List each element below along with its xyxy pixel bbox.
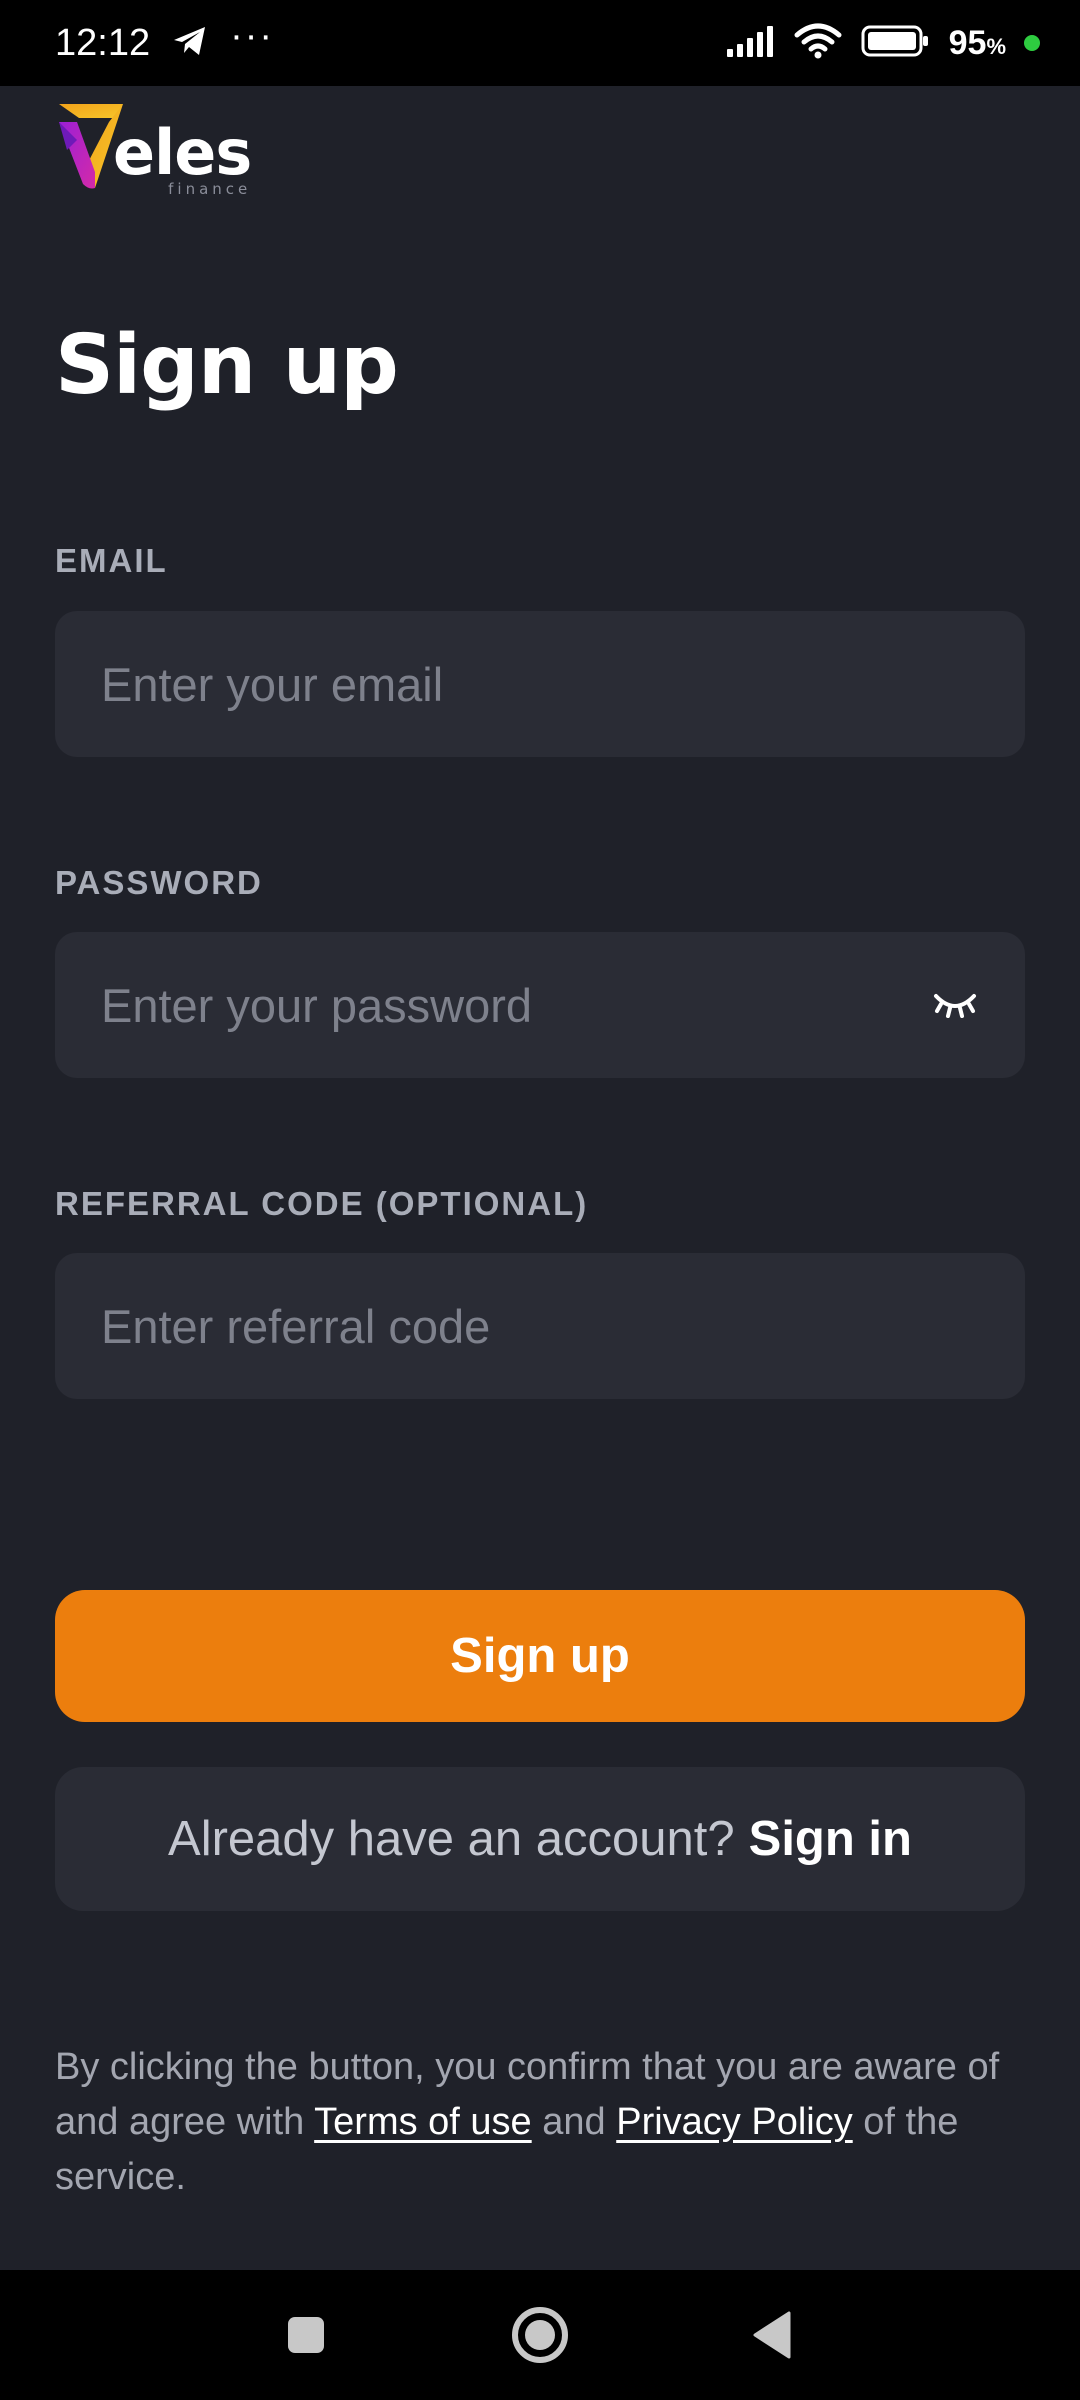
terms-of-use-link[interactable]: Terms of use <box>314 2101 532 2143</box>
email-label: EMAIL <box>55 542 168 579</box>
password-field[interactable]: Enter your password <box>55 932 1025 1078</box>
page-title: Sign up <box>55 318 399 413</box>
referral-placeholder: Enter referral code <box>101 1299 491 1353</box>
logo-subtitle: finance <box>168 180 252 198</box>
already-account-text: Already have an account? <box>168 1812 735 1866</box>
password-placeholder: Enter your password <box>101 978 533 1032</box>
legal-notice: By clicking the button, you confirm that… <box>55 2040 1045 2205</box>
status-left: 12:12 ··· <box>55 17 274 65</box>
referral-code-field[interactable]: Enter referral code <box>55 1253 1025 1399</box>
battery-value: 95 <box>948 23 987 62</box>
legal-text-and: and <box>531 2101 617 2143</box>
recent-apps-icon[interactable] <box>280 2270 332 2400</box>
privacy-policy-link[interactable]: Privacy Policy <box>616 2101 853 2143</box>
signup-button[interactable]: Sign up <box>55 1590 1025 1722</box>
status-bar: 12:12 ··· 95% <box>0 0 1080 86</box>
charging-dot <box>1024 35 1040 51</box>
signin-link[interactable]: Sign in <box>749 1811 912 1867</box>
logo-wordmark: eles finance <box>113 100 252 199</box>
battery-percent: 95% <box>949 24 1006 63</box>
veles-logo: eles finance <box>55 100 252 199</box>
logo-name: eles <box>113 116 252 189</box>
signup-screen: 12:12 ··· 95% eles finance Sign up EMAIL… <box>0 0 1080 2400</box>
telegram-icon <box>172 25 208 62</box>
status-right: 95% <box>725 23 1040 64</box>
referral-label: REFERRAL CODE (OPTIONAL) <box>55 1185 589 1222</box>
navigation-bar <box>0 2270 1080 2400</box>
signal-icon <box>725 25 775 62</box>
eye-closed-icon[interactable] <box>925 975 985 1035</box>
status-time: 12:12 <box>55 21 151 64</box>
battery-unit: % <box>986 33 1006 59</box>
home-icon[interactable] <box>508 2270 572 2400</box>
more-notifications-icon: ··· <box>230 15 275 57</box>
email-placeholder: Enter your email <box>101 657 444 711</box>
wifi-icon <box>793 23 843 64</box>
email-field[interactable]: Enter your email <box>55 611 1025 757</box>
battery-icon <box>861 24 931 63</box>
signin-prompt-button[interactable]: Already have an account? Sign in <box>55 1767 1025 1911</box>
back-icon[interactable] <box>748 2270 796 2400</box>
password-label: PASSWORD <box>55 864 263 901</box>
